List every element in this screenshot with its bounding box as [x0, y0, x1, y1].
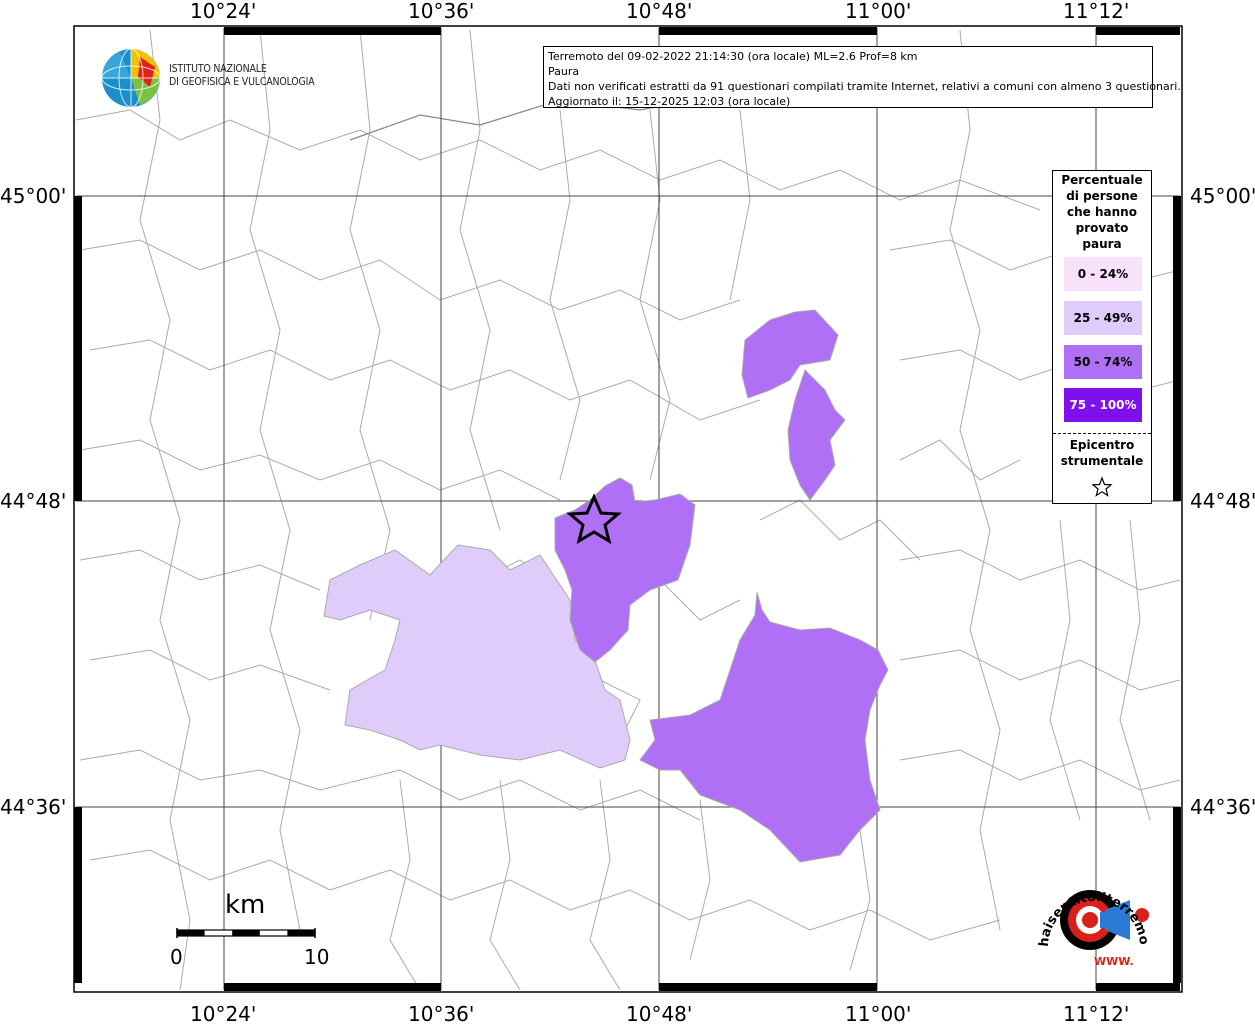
earthquake-info-box: Terremoto del 09-02-2022 21:14:30 (ora l…	[543, 46, 1181, 108]
scale-start: 0	[170, 945, 183, 969]
legend-epicenter-line: Epicentro	[1069, 438, 1135, 452]
top-tick-3: 10°48'	[626, 0, 693, 23]
ingv-globe-icon	[101, 48, 161, 108]
haisentito-logo: haisentitoilterremoto.it WWW.	[1026, 851, 1160, 972]
scale-bar-graphic	[176, 928, 316, 938]
top-tick-2: 10°36'	[408, 0, 475, 23]
ingv-logo: ISTITUTO NAZIONALE DI GEOFISICA E VULCAN…	[100, 47, 340, 109]
right-tick-3: 44°36'	[1190, 795, 1255, 819]
scale-bar: km 0 10	[170, 890, 340, 970]
top-tick-4: 11°00'	[845, 0, 912, 23]
legend-title-line: di persone	[1066, 189, 1138, 203]
legend-item-50-74: 50 - 74%	[1063, 344, 1143, 380]
top-tick-5: 11°12'	[1063, 0, 1130, 23]
left-tick-1: 45°00'	[0, 184, 67, 208]
legend-title: Percentuale di persone che hanno provato…	[1053, 171, 1151, 252]
bottom-tick-4: 11°00'	[845, 1002, 912, 1026]
legend-title-line: Percentuale	[1061, 173, 1143, 187]
right-tick-1: 45°00'	[1190, 184, 1255, 208]
top-tick-1: 10°24'	[190, 0, 257, 23]
legend-star-icon	[1091, 476, 1113, 497]
legend-item-0-24: 0 - 24%	[1063, 256, 1143, 292]
info-parameter: Paura	[548, 65, 580, 78]
ingv-logo-text: ISTITUTO NAZIONALE DI GEOFISICA E VULCAN…	[169, 63, 315, 89]
bottom-tick-3: 10°48'	[626, 1002, 693, 1026]
legend-item-75-100: 75 - 100%	[1063, 387, 1143, 423]
ingv-logo-line1: ISTITUTO NAZIONALE	[169, 63, 267, 75]
left-tick-3: 44°36'	[0, 795, 67, 819]
legend-item-25-49: 25 - 49%	[1063, 300, 1143, 336]
bottom-tick-2: 10°36'	[408, 1002, 475, 1026]
legend: Percentuale di persone che hanno provato…	[1052, 170, 1152, 504]
haisentito-logo-icon: haisentitoilterremoto.it WWW.	[1026, 851, 1152, 968]
info-updated: Aggiornato il: 15-12-2025 12:03 (ora loc…	[548, 95, 791, 108]
haisentito-logo-url: WWW.	[1094, 955, 1134, 968]
legend-title-line: che hanno	[1067, 205, 1137, 219]
legend-title-line: paura	[1082, 237, 1122, 251]
left-tick-2: 44°48'	[0, 489, 67, 513]
info-disclaimer: Dati non verificati estratti da 91 quest…	[548, 80, 1181, 93]
ingv-logo-line2: DI GEOFISICA E VULCANOLOGIA	[169, 76, 315, 88]
bottom-tick-5: 11°12'	[1063, 1002, 1130, 1026]
legend-separator	[1053, 433, 1151, 434]
right-tick-2: 44°48'	[1190, 489, 1255, 513]
info-event: Terremoto del 09-02-2022 21:14:30 (ora l…	[548, 50, 918, 63]
legend-epicenter-label: Epicentro strumentale	[1053, 437, 1151, 469]
bottom-tick-1: 10°24'	[190, 1002, 257, 1026]
scale-end: 10	[304, 945, 330, 969]
legend-title-line: provato	[1075, 221, 1129, 235]
legend-epicenter-line: strumentale	[1060, 454, 1144, 468]
scale-unit: km	[225, 890, 266, 920]
